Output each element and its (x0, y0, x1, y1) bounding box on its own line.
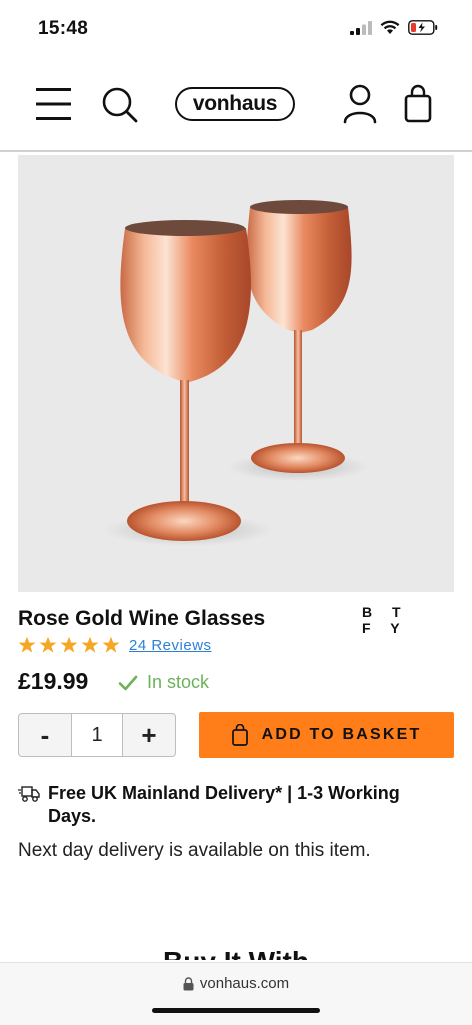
check-icon (118, 675, 138, 690)
status-icons (350, 20, 438, 35)
product-image[interactable] (18, 155, 454, 592)
home-indicator (152, 1008, 320, 1013)
brand-logo: B T F Y (362, 604, 422, 636)
quantity-input[interactable]: 1 (71, 714, 123, 756)
battery-icon (408, 20, 438, 35)
star-icon (60, 636, 78, 653)
brand-line-1: B T (362, 604, 409, 620)
buy-it-with-heading: Buy It With (0, 944, 472, 960)
delivery-truck-icon (18, 786, 40, 802)
star-icon (81, 636, 99, 653)
url-display[interactable]: vonhaus.com (0, 975, 472, 992)
wifi-icon (380, 20, 400, 34)
reviews-link[interactable]: 24 Reviews (129, 637, 212, 654)
star-icon (102, 636, 120, 653)
rating-stars (18, 636, 120, 653)
star-icon (18, 636, 36, 653)
delivery-title: Free UK Mainland Delivery* | 1-3 Working… (48, 783, 400, 826)
product-price: £19.99 (18, 668, 89, 694)
brand-line-2: F Y (362, 620, 408, 636)
vonhaus-logo[interactable]: vonhaus (175, 87, 295, 121)
quantity-decrease-button[interactable]: - (19, 714, 71, 756)
basket-icon[interactable] (404, 84, 432, 124)
search-icon[interactable] (101, 86, 139, 124)
stock-status: In stock (118, 672, 209, 693)
add-to-basket-label: ADD TO BASKET (261, 726, 422, 743)
product-title: Rose Gold Wine Glasses (18, 607, 266, 630)
add-to-basket-button[interactable]: ADD TO BASKET (199, 712, 454, 758)
basket-icon (231, 724, 248, 746)
signal-icon (350, 20, 372, 35)
browser-url-bar[interactable]: vonhaus.com (0, 962, 472, 1025)
account-icon[interactable] (343, 84, 377, 124)
quantity-stepper: - 1 + (18, 713, 176, 757)
status-bar: 15:48 (0, 0, 472, 60)
wine-glasses-image (104, 200, 368, 546)
url-text: vonhaus.com (199, 975, 290, 992)
site-header: vonhaus (0, 62, 472, 152)
quantity-increase-button[interactable]: + (123, 714, 175, 756)
next-day-delivery-text: Next day delivery is available on this i… (18, 840, 371, 861)
stock-label: In stock (147, 672, 210, 692)
star-icon (39, 636, 57, 653)
lock-icon (183, 976, 194, 990)
status-time: 15:48 (38, 18, 89, 39)
menu-icon[interactable] (36, 86, 72, 122)
